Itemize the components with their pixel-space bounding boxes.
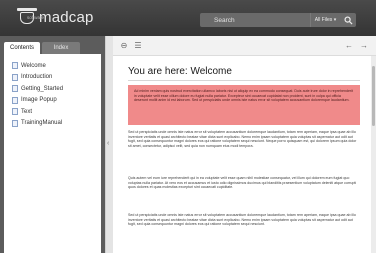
toc-item-introduction[interactable]: Introduction <box>4 72 101 84</box>
forward-arrow-icon[interactable]: → <box>359 41 369 51</box>
page-icon <box>12 108 18 116</box>
brand-name: madcap <box>39 9 94 26</box>
list-icon[interactable]: ☰ <box>133 41 143 51</box>
page-icon <box>12 96 18 104</box>
tab-contents[interactable]: Contents <box>4 42 40 54</box>
toc-item-label: Getting_Started <box>21 85 64 92</box>
back-arrow-icon[interactable]: ← <box>344 41 354 51</box>
body-paragraph: Sed ut perspiciatis unde omnis iste natu… <box>128 130 357 148</box>
app-header: madcap software All Files ▾ <box>0 0 376 36</box>
topic-content: You are here: Welcome Ad minim veniam qu… <box>113 56 371 253</box>
toc-item-label: TrainingManual <box>21 120 63 127</box>
table-of-contents: Welcome Introduction Getting_Started Ima… <box>4 54 101 253</box>
toc-item-text[interactable]: Text <box>4 106 101 118</box>
vertical-scrollbar[interactable] <box>371 56 376 253</box>
page-icon <box>12 85 18 93</box>
toc-item-training-manual[interactable]: TrainingManual <box>4 118 101 130</box>
collapse-arrow-icon[interactable]: ‹ <box>107 140 109 147</box>
search-button[interactable] <box>340 13 356 27</box>
search-bar: All Files ▾ <box>200 12 360 28</box>
title-divider <box>128 80 360 81</box>
navigation-pane: Contents Index Welcome Introduction Gett… <box>0 36 105 253</box>
search-filter-dropdown[interactable]: All Files ▾ <box>310 13 340 27</box>
topic-toolbar: ⊖ ☰ ← → <box>113 36 376 56</box>
highlight-box: Ad minim veniam quis nostrud exercitatio… <box>128 85 360 125</box>
body-paragraph: Quis autem vel eum iure reprehenderit qu… <box>128 176 357 190</box>
scroll-thumb[interactable] <box>372 66 375 126</box>
page-icon <box>12 119 18 127</box>
page-icon <box>12 62 18 70</box>
search-input[interactable] <box>200 13 310 27</box>
brand-subtitle: software <box>27 15 45 20</box>
pane-splitter[interactable]: ‹ <box>105 36 113 253</box>
toc-item-label: Introduction <box>21 74 53 81</box>
toc-item-image-popup[interactable]: Image Popup <box>4 95 101 107</box>
nav-tabs: Contents Index <box>4 42 80 54</box>
toc-item-welcome[interactable]: Welcome <box>4 60 101 72</box>
highlight-text: Ad minim veniam quis nostrud exercitatio… <box>134 89 353 103</box>
toc-item-getting-started[interactable]: Getting_Started <box>4 83 101 95</box>
collapse-icon[interactable]: ⊖ <box>119 41 129 51</box>
toc-item-label: Text <box>21 108 33 115</box>
page-title: You are here: Welcome <box>128 66 232 77</box>
body-paragraph: Sed ut perspiciatis unde omnis iste natu… <box>128 213 356 227</box>
toc-item-label: Welcome <box>21 62 46 69</box>
search-icon <box>343 15 353 25</box>
tab-index[interactable]: Index <box>42 42 80 54</box>
toc-item-label: Image Popup <box>21 97 57 104</box>
page-icon <box>12 73 18 81</box>
